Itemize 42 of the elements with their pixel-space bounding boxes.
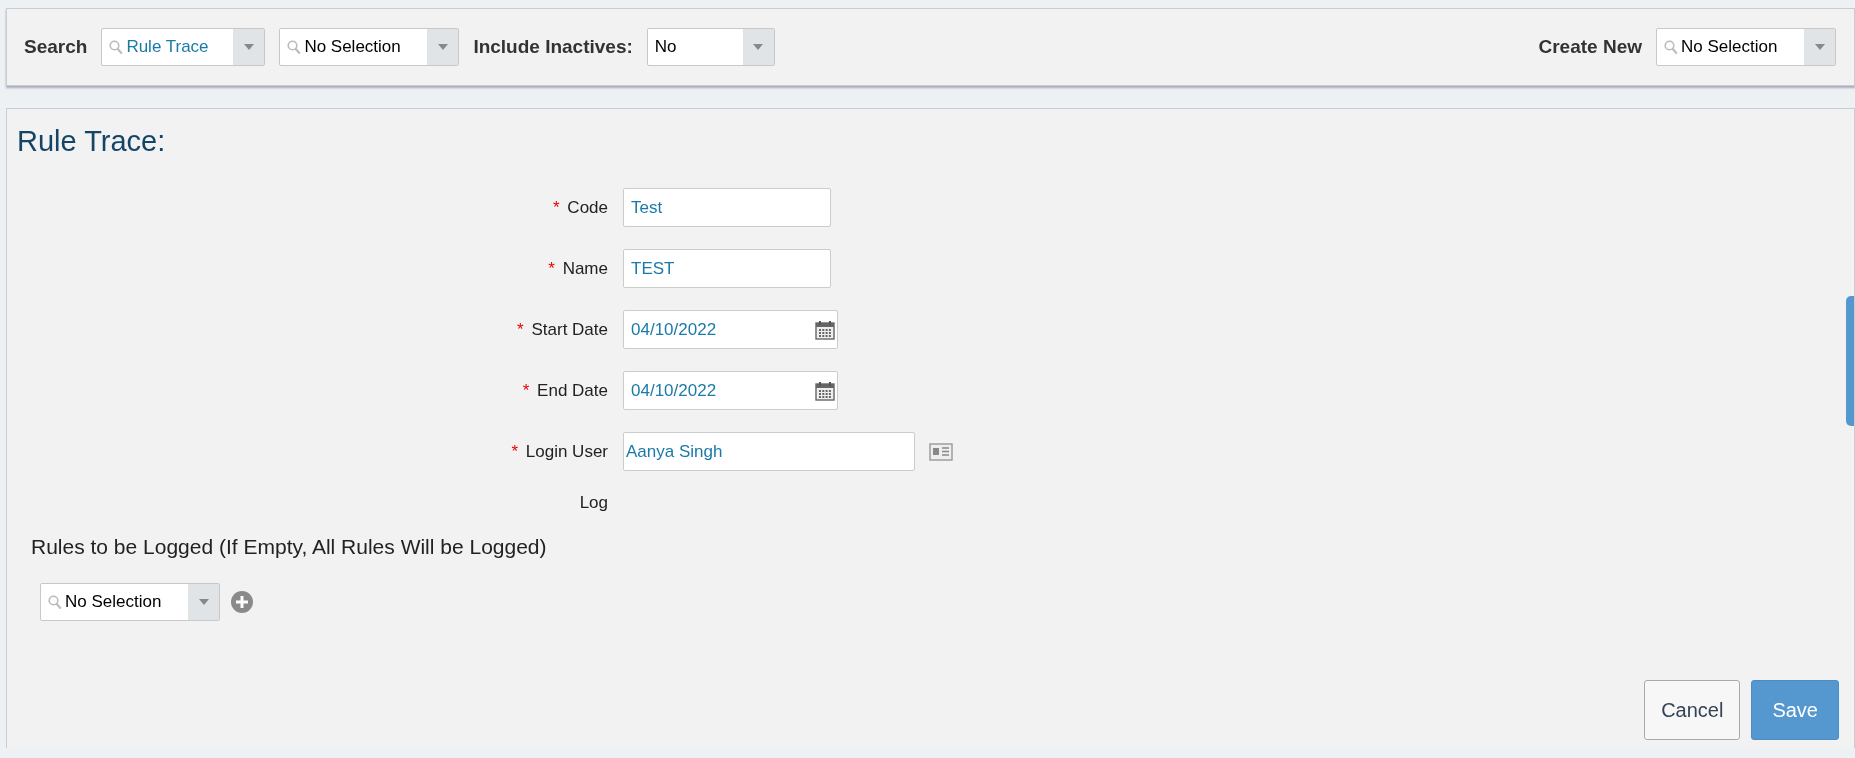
required-asterisk: * [517,319,524,339]
search-icon [1664,39,1678,55]
scrollbar-thumb[interactable] [1846,296,1854,426]
contact-card-icon[interactable] [929,442,953,461]
search-icon [109,39,124,55]
date-field[interactable]: 04/10/2022 [623,310,838,349]
text-field[interactable]: Test [623,188,831,227]
required-asterisk: * [548,258,555,278]
required-asterisk: * [511,441,519,461]
rule-dropdown[interactable]: No Selection [40,583,220,621]
search-dropdown[interactable]: No Selection [279,28,460,66]
caret-icon [1814,44,1825,50]
caret-icon [437,44,448,50]
include-inactives-dropdown[interactable]: No [646,28,775,66]
create-new-dropdown[interactable]: No Selection [1656,28,1836,66]
field-label: Login User [525,441,608,461]
cancel-button[interactable]: Cancel [1644,680,1741,740]
search-icon [287,39,302,55]
search-dropdown[interactable]: Rule Trace [101,28,266,66]
field-label: Start Date [531,319,608,339]
include-inactives-label: Include Inactives: [473,36,633,58]
caret-icon [198,599,209,605]
field-label: Log [579,493,608,512]
create-new-label: Create New [1538,36,1642,58]
field-label: End Date [537,380,608,400]
required-asterisk: * [522,380,530,400]
page-title: Rule Trace: [17,125,167,158]
search-icon [48,594,62,610]
caret-icon [753,44,764,50]
caret-icon [243,44,254,50]
date-field[interactable]: 04/10/2022 [623,371,838,410]
section-heading: Rules to be Logged (If Empty, All Rules Will be Logged) [31,535,548,559]
calendar-icon [815,319,835,340]
required-asterisk: * [553,197,560,217]
text-field[interactable]: TEST [623,249,831,288]
calendar-icon [815,380,835,401]
field-label: Name [562,258,608,278]
add-icon[interactable] [231,591,253,613]
save-button[interactable]: Save [1751,680,1839,740]
field-label: Code [567,197,608,217]
search-label: Search [24,36,88,58]
user-field[interactable]: Aanya Singh [623,432,915,471]
